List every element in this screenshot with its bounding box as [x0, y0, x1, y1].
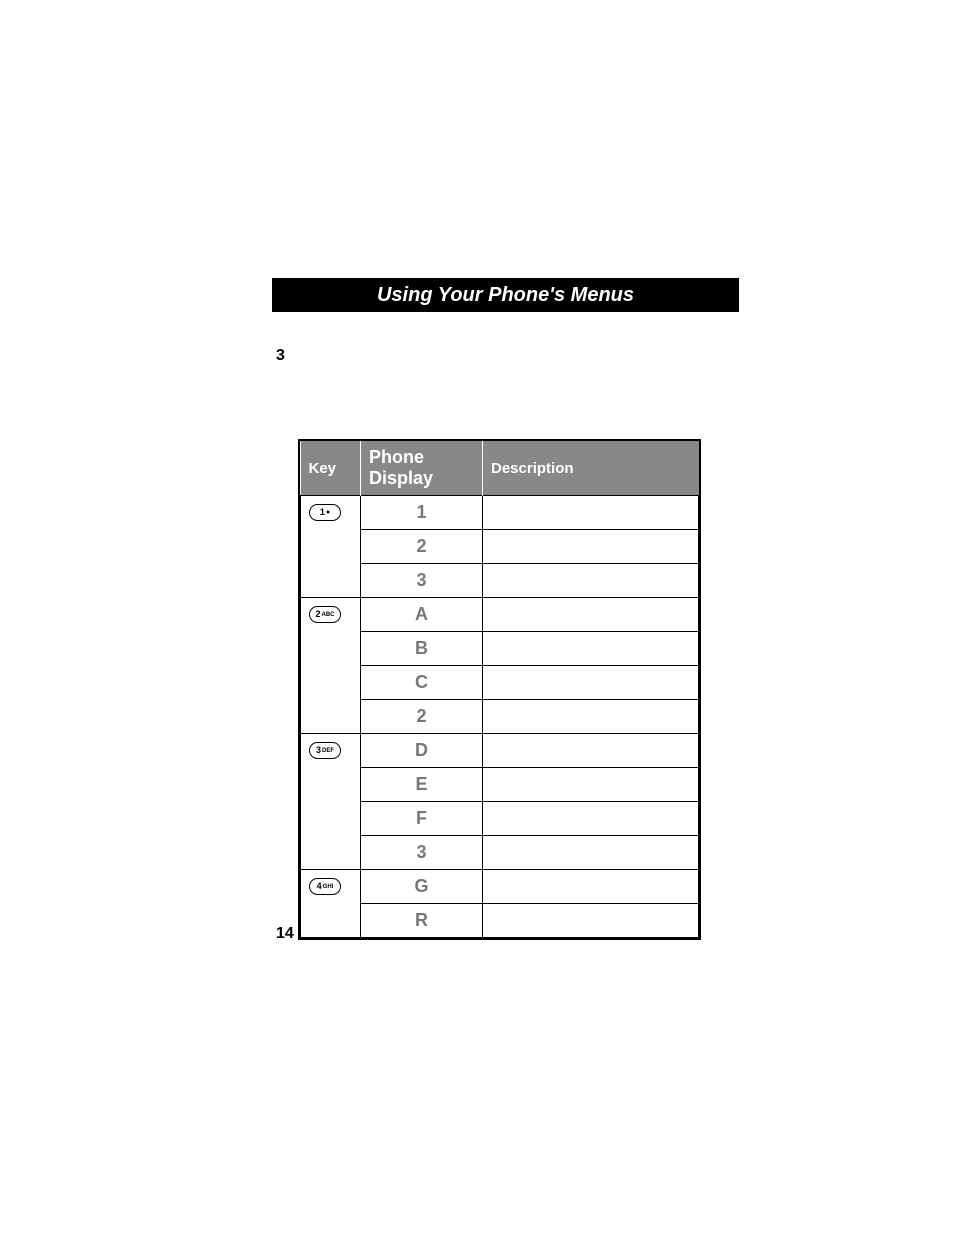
display-cell: R: [361, 904, 483, 938]
table-row: R: [301, 904, 699, 938]
description-cell: [483, 632, 699, 666]
key-display-table: Key Phone Display Description 1●1232ABCA…: [298, 439, 701, 940]
table-row: C: [301, 666, 699, 700]
table-row: 3DEF D: [301, 734, 699, 768]
key-cell: 3DEF: [301, 734, 361, 870]
phone-key-icon: 1●: [309, 504, 341, 521]
display-cell: 1: [361, 496, 483, 530]
display-cell: D: [361, 734, 483, 768]
table-row: 2ABC A: [301, 598, 699, 632]
table-row: 4GHI G: [301, 870, 699, 904]
description-cell: [483, 734, 699, 768]
key-cell: 4GHI: [301, 870, 361, 938]
display-cell: E: [361, 768, 483, 802]
phone-key-icon: 3DEF: [309, 742, 341, 759]
page-banner: Using Your Phone's Menus: [272, 278, 739, 312]
display-cell: F: [361, 802, 483, 836]
description-cell: [483, 836, 699, 870]
description-cell: [483, 496, 699, 530]
table-header-row: Key Phone Display Description: [301, 441, 699, 496]
phone-key-icon: 2ABC: [309, 606, 341, 623]
description-cell: [483, 904, 699, 938]
display-cell: 3: [361, 564, 483, 598]
table-row: 2: [301, 530, 699, 564]
description-cell: [483, 700, 699, 734]
description-cell: [483, 564, 699, 598]
table-row: 2: [301, 700, 699, 734]
page-number: 14: [276, 925, 294, 943]
phone-key-icon: 4GHI: [309, 878, 341, 895]
table-row: 3: [301, 836, 699, 870]
display-cell: A: [361, 598, 483, 632]
display-cell: G: [361, 870, 483, 904]
header-desc: Description: [483, 441, 699, 496]
table-row: F: [301, 802, 699, 836]
description-cell: [483, 666, 699, 700]
header-display: Phone Display: [361, 441, 483, 496]
table-row: E: [301, 768, 699, 802]
key-cell: 1●: [301, 496, 361, 598]
header-key: Key: [301, 441, 361, 496]
description-cell: [483, 768, 699, 802]
display-cell: 3: [361, 836, 483, 870]
display-cell: 2: [361, 530, 483, 564]
description-cell: [483, 598, 699, 632]
display-cell: 2: [361, 700, 483, 734]
key-cell: 2ABC: [301, 598, 361, 734]
table-row: 1● 1: [301, 496, 699, 530]
section-number: 3: [276, 347, 285, 365]
description-cell: [483, 802, 699, 836]
description-cell: [483, 870, 699, 904]
table-row: 3: [301, 564, 699, 598]
display-cell: B: [361, 632, 483, 666]
display-cell: C: [361, 666, 483, 700]
description-cell: [483, 530, 699, 564]
table-row: B: [301, 632, 699, 666]
